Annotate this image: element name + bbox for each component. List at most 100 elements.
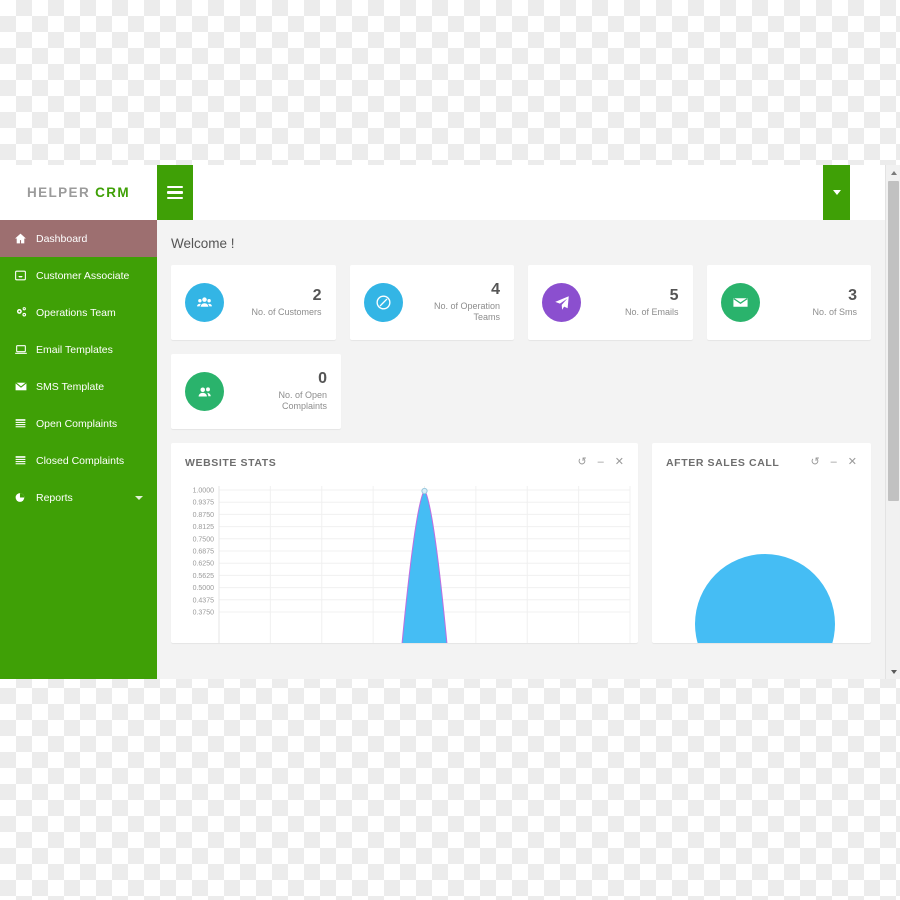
svg-text:0.8125: 0.8125 [193,524,215,531]
stat-label: No. of Open Complaints [278,390,327,412]
svg-text:0.5000: 0.5000 [193,585,215,592]
stat-text: 0 No. of Open Complaints [224,370,327,412]
stat-value: 3 [848,287,857,305]
user-dropdown-button[interactable] [823,165,850,220]
panel-header: WEBSITE STATS ↺ – ✕ [171,443,638,482]
stat-card-open-complaints[interactable]: 0 No. of Open Complaints [171,354,341,429]
gears-icon [14,306,36,319]
menu-toggle-button[interactable] [157,165,193,220]
sidebar-item-label: Operations Team [36,306,116,319]
stat-card-customers[interactable]: 2 No. of Customers [171,265,336,340]
pie-chart-svg [695,554,835,643]
sidebar-item-label: SMS Template [36,380,105,393]
sidebar-item-label: Customer Associate [36,269,130,282]
svg-text:1.0000: 1.0000 [193,488,215,495]
envelope-icon [720,283,760,322]
close-icon[interactable]: ✕ [848,457,857,468]
stat-value: 5 [669,287,679,305]
website-stats-chart[interactable]: 1.0000 0.9375 0.8750 0.8125 0.7500 0.6875 0.62… [171,482,638,643]
paper-plane-icon [542,283,581,322]
scroll-down-arrow[interactable] [886,664,900,679]
caret-down-icon [832,190,841,195]
sidebar-item-email-templates[interactable]: Email Templates [0,331,157,368]
sidebar-item-reports[interactable]: Reports [0,479,157,516]
row-spacer [532,354,695,429]
sidebar: HELPER CRM Dashboard Customer Associate O… [0,165,157,679]
sidebar-item-label: Dashboard [36,232,88,245]
brand-part-2: CRM [95,185,131,200]
panel-after-sales-call: AFTER SALES CALL ↺ – ✕ [652,443,871,643]
panel-title: AFTER SALES CALL [666,456,780,469]
panel-tools: ↺ – ✕ [810,457,857,468]
home-icon [14,232,36,245]
sidebar-item-open-complaints[interactable]: Open Complaints [0,405,157,442]
stat-value: 2 [312,287,322,305]
minimize-icon[interactable]: – [831,457,837,468]
svg-text:0.8750: 0.8750 [193,512,215,519]
area-chart-svg: 1.0000 0.9375 0.8750 0.8125 0.7500 0.6875 0.62… [193,486,631,643]
svg-text:0.9375: 0.9375 [193,500,215,507]
panel-title: WEBSITE STATS [185,456,277,469]
stat-label: No. of Operation Teams [433,301,500,323]
svg-text:0.3750: 0.3750 [193,610,215,617]
svg-text:0.5625: 0.5625 [193,573,215,580]
crm-dashboard-window: HELPER CRM Dashboard Customer Associate O… [0,165,900,679]
stat-cards-row-1: 2 No. of Customers 4 No. of Operation Te… [157,251,885,340]
stat-label: No. of Emails [624,306,679,317]
panel-header: AFTER SALES CALL ↺ – ✕ [652,443,871,482]
stat-value: 0 [318,370,327,388]
page-title: Welcome ! [171,236,235,251]
stat-label: No. of Sms [812,306,857,317]
list-icon [14,417,36,430]
stat-card-operation-teams[interactable]: 4 No. of Operation Teams [349,265,514,340]
svg-text:0.6875: 0.6875 [193,549,215,556]
sidebar-item-label: Reports [36,491,73,504]
stat-text: 4 No. of Operation Teams [403,281,500,323]
minimize-icon[interactable]: – [598,457,604,468]
stat-text: 2 No. of Customers [224,287,322,318]
row-spacer [708,354,871,429]
chevron-down-icon [135,495,143,500]
panel-tools: ↺ – ✕ [577,457,624,468]
refresh-icon[interactable]: ↺ [577,457,586,468]
inbox-icon [14,269,36,282]
svg-text:0.7500: 0.7500 [193,536,215,543]
scrollbar-thumb[interactable] [888,181,899,501]
sidebar-item-closed-complaints[interactable]: Closed Complaints [0,442,157,479]
stat-label: No. of Customers [251,306,322,317]
brand-logo[interactable]: HELPER CRM [0,165,157,220]
stat-text: 3 No. of Sms [760,287,857,318]
sidebar-item-sms-template[interactable]: SMS Template [0,368,157,405]
row-spacer [355,354,518,429]
sidebar-item-label: Closed Complaints [36,454,125,467]
laptop-icon [14,343,36,356]
scroll-up-arrow[interactable] [886,165,900,180]
brand-part-1: HELPER [26,185,91,200]
hamburger-icon [167,183,183,203]
panel-website-stats: WEBSITE STATS ↺ – ✕ 1.0000 0.9375 0.8750 0.… [171,443,638,643]
list-icon [14,454,36,467]
stat-card-emails[interactable]: 5 No. of Emails [528,265,693,340]
stat-card-sms[interactable]: 3 No. of Sms [706,265,871,340]
refresh-icon[interactable]: ↺ [810,457,819,468]
browser-scrollbar[interactable] [885,165,900,679]
svg-text:0.4375: 0.4375 [193,597,215,604]
svg-text:0.6250: 0.6250 [193,561,215,568]
stat-text: 5 No. of Emails [581,287,679,318]
users-icon [185,283,224,322]
stat-cards-row-2: 0 No. of Open Complaints [157,340,885,429]
sidebar-item-dashboard[interactable]: Dashboard [0,220,157,257]
panels-row: WEBSITE STATS ↺ – ✕ 1.0000 0.9375 0.8750 0.… [157,429,885,643]
stat-value: 4 [491,281,500,299]
sidebar-item-operations-team[interactable]: Operations Team [0,294,157,331]
compass-icon [363,283,403,322]
sidebar-item-label: Email Templates [36,343,113,356]
topbar [157,165,885,220]
close-icon[interactable]: ✕ [615,457,624,468]
pie-chart-icon [14,491,36,504]
envelope-icon [14,380,36,393]
sidebar-item-customer-associate[interactable]: Customer Associate [0,257,157,294]
main-content: Welcome ! 2 No. of Customers 4 No. of Op… [157,220,885,679]
after-sales-call-chart[interactable] [652,482,871,643]
sidebar-item-label: Open Complaints [36,417,118,430]
